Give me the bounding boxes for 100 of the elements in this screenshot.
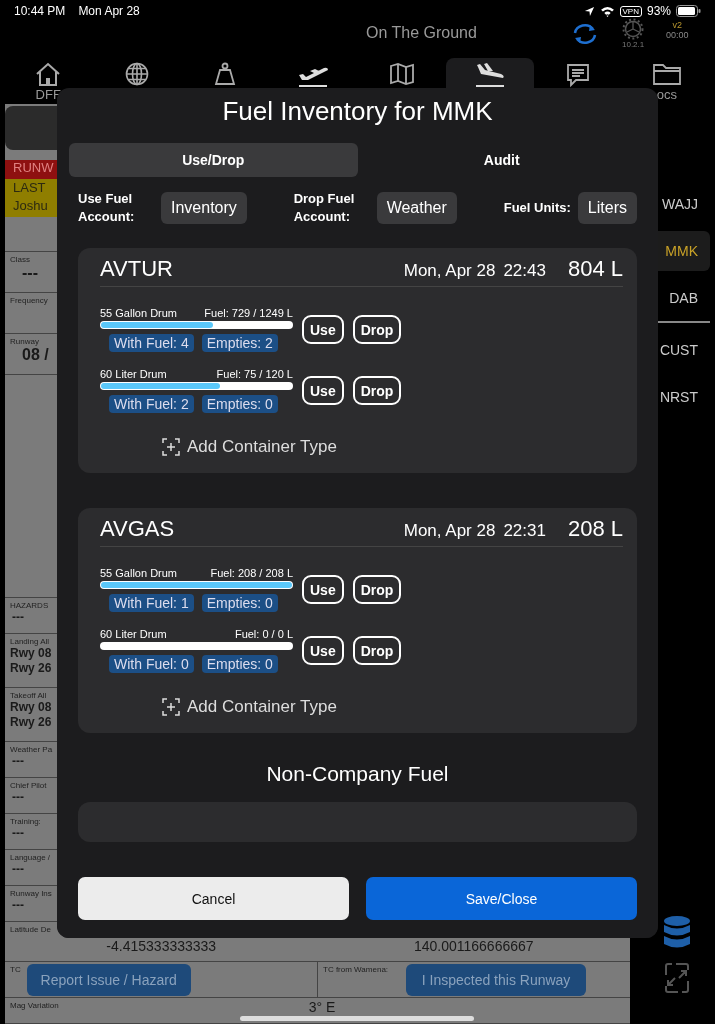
field-label: HAZARDS — [10, 600, 49, 610]
section-title: Non-Company Fuel — [265, 762, 450, 786]
weight-icon — [213, 62, 236, 86]
fuel-amount: Fuel: 208 / 208 L — [210, 567, 293, 579]
sync-icon[interactable] — [571, 22, 599, 46]
use-button[interactable]: Use — [302, 376, 344, 405]
add-container-button[interactable]: Add Container Type — [162, 437, 337, 457]
save-close-button[interactable]: Save/Close — [366, 877, 637, 920]
version-label: v2 — [672, 20, 682, 30]
notice-text: LAST — [13, 179, 46, 197]
dialog-title: Fuel Inventory for MMK — [221, 96, 494, 128]
battery-icon — [676, 5, 701, 17]
field-value: --- — [11, 754, 24, 768]
field-label: Frequency — [10, 295, 48, 305]
status-date: Mon Apr 28 — [78, 4, 140, 18]
account-label: Drop Fuel Account: — [293, 190, 356, 226]
empties-count: Empties: 2 — [201, 334, 278, 352]
use-button[interactable]: Use — [302, 636, 344, 665]
container-name: 60 Liter Drum — [100, 628, 167, 640]
map-icon — [388, 62, 415, 86]
nav-tab[interactable]: ocs — [622, 58, 711, 104]
drop-button[interactable]: Drop — [352, 636, 402, 665]
globe-icon — [124, 62, 149, 86]
field-value: 08 / — [21, 346, 49, 364]
fuel-name: AVGAS — [100, 516, 175, 542]
fuel-time: 22:31 — [503, 521, 546, 541]
with-fuel-count: With Fuel: 2 — [109, 395, 194, 413]
field-value: --- — [11, 862, 24, 876]
battery-percent: 93% — [646, 4, 671, 18]
field-label: Chief Pilot — [10, 780, 47, 790]
field-label: TC from Wamena: — [323, 964, 389, 974]
account-picker[interactable]: Inventory — [161, 192, 247, 224]
field-label: Landing All — [10, 636, 50, 646]
database-icon[interactable] — [663, 916, 691, 950]
drop-button[interactable]: Drop — [352, 575, 402, 604]
add-icon — [162, 438, 180, 456]
field-label: Training: — [10, 816, 41, 826]
account-label: Fuel Units: — [503, 199, 571, 217]
fuel-time: 22:43 — [503, 261, 546, 281]
folder-icon — [651, 62, 682, 86]
segment-tab[interactable]: Audit — [357, 143, 646, 177]
field-value: Rwy 26 — [10, 715, 52, 730]
vpn-badge: VPN — [619, 5, 642, 17]
status-time: 10:44 PM — [14, 4, 66, 18]
field-label: Runway — [10, 336, 39, 346]
with-fuel-count: With Fuel: 4 — [109, 334, 194, 352]
fuel-date: Mon, Apr 28 — [403, 521, 496, 541]
location-icon — [583, 5, 595, 17]
field-label: Takeoff All — [10, 690, 47, 700]
house-icon — [35, 62, 62, 86]
drop-button[interactable]: Drop — [352, 376, 402, 405]
tab-label: ocs — [656, 87, 677, 102]
latitude-value: -4.415333333333 — [105, 938, 218, 954]
chat-icon — [565, 62, 592, 88]
empties-count: Empties: 0 — [201, 594, 278, 612]
timer-label: 00:00 — [666, 30, 689, 40]
field-value: --- — [11, 826, 24, 840]
field-label: Weather Pa — [10, 744, 53, 754]
field-value: --- — [11, 610, 24, 624]
field-value: Rwy 08 — [10, 700, 52, 715]
field-label: TC — [10, 964, 21, 974]
account-label: Use Fuel Account: — [78, 190, 136, 226]
field-value: --- — [11, 898, 24, 912]
fuel-amount: Fuel: 729 / 1249 L — [204, 307, 293, 319]
drop-button[interactable]: Drop — [352, 315, 402, 344]
account-picker[interactable]: Weather — [376, 192, 457, 224]
account-picker[interactable]: Liters — [577, 192, 637, 224]
add-container-button[interactable]: Add Container Type — [162, 697, 337, 717]
field-value: 3° E — [308, 999, 336, 1015]
fuel-date: Mon, Apr 28 — [403, 261, 496, 281]
expand-icon[interactable] — [664, 962, 690, 994]
field-label: Mag Variation — [10, 1000, 59, 1010]
inspected-runway-button[interactable]: I Inspected this Runway — [406, 964, 587, 996]
with-fuel-count: With Fuel: 0 — [109, 655, 194, 673]
container-name: 55 Gallon Drum — [100, 307, 178, 319]
add-icon — [162, 698, 180, 716]
with-fuel-count: With Fuel: 1 — [109, 594, 194, 612]
fuel-total: 208 L — [567, 516, 623, 542]
gear-icon[interactable] — [622, 18, 645, 40]
build-number-label: 10.2.1 — [622, 40, 645, 49]
container-name: 55 Gallon Drum — [100, 567, 178, 579]
tab-label: DFF — [35, 87, 61, 102]
field-label: Class — [10, 254, 30, 264]
longitude-value: 140.001166666667 — [412, 938, 535, 954]
empties-count: Empties: 0 — [201, 655, 278, 673]
segment-tab[interactable]: Use/Drop — [69, 143, 358, 177]
notice-text: Joshu — [13, 197, 48, 215]
wifi-icon — [599, 5, 615, 17]
fuel-amount: Fuel: 75 / 120 L — [216, 368, 293, 380]
field-value: --- — [21, 264, 38, 282]
nav-tab[interactable]: DFF — [4, 58, 93, 104]
report-issue-button[interactable]: Report Issue / Hazard — [26, 964, 191, 996]
use-button[interactable]: Use — [302, 315, 344, 344]
field-label: Latitude De — [10, 924, 51, 934]
use-button[interactable]: Use — [302, 575, 344, 604]
cancel-button[interactable]: Cancel — [78, 877, 349, 920]
field-value: Rwy 08 — [10, 646, 52, 661]
field-value: Rwy 26 — [10, 661, 52, 676]
screen-title: On The Ground — [366, 24, 477, 42]
field-label: Runway Ins — [10, 888, 52, 898]
